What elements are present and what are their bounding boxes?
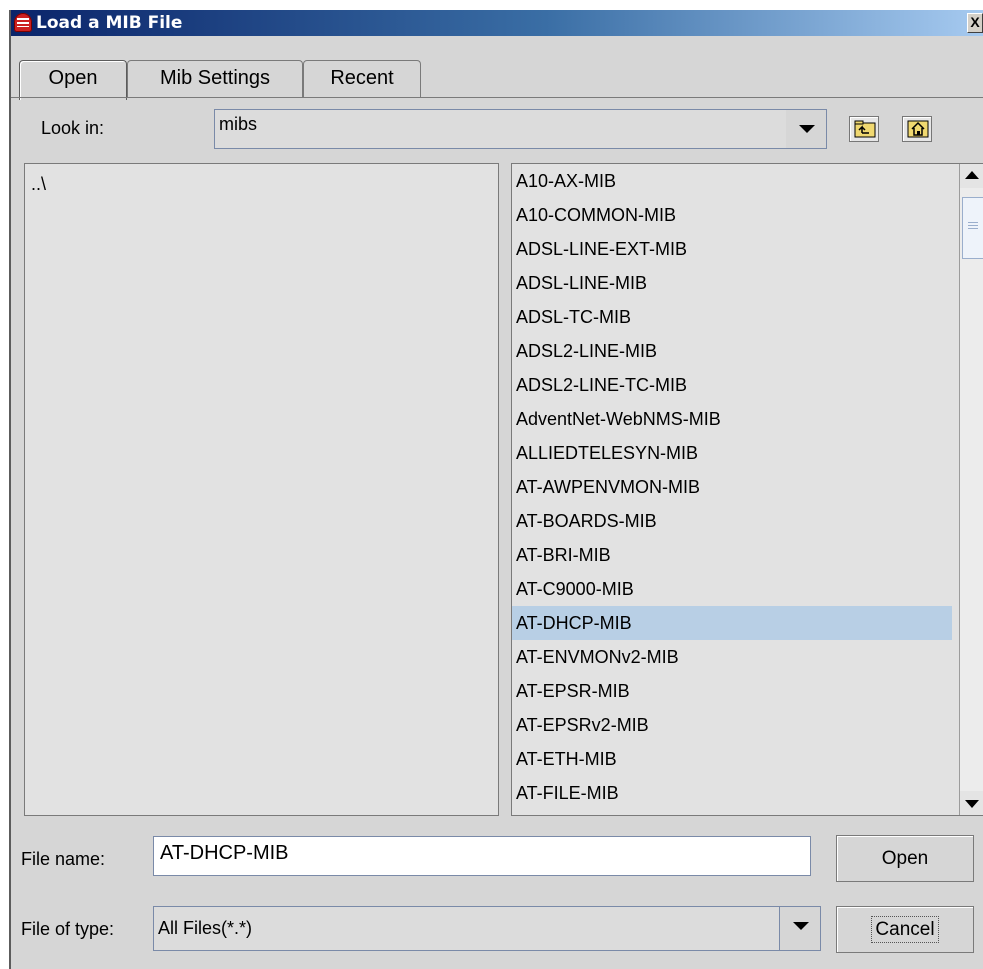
file-type-value: All Files(*.*) [158,918,253,938]
look-in-value: mibs [219,114,258,134]
list-item-selected[interactable]: AT-DHCP-MIB [512,606,952,640]
file-list-pane[interactable]: A10-AX-MIB A10-COMMON-MIB ADSL-LINE-EXT-MI… [511,163,983,816]
scroll-up-icon[interactable] [960,164,983,188]
list-item[interactable]: ADSL2-LINE-MIB [512,334,952,368]
list-item[interactable]: AT-EPSR-MIB [512,674,952,708]
list-item[interactable]: AT-EPSRv2-MIB [512,708,952,742]
list-item[interactable]: AT-ETH-MIB [512,742,952,776]
chevron-down-icon[interactable] [786,110,826,148]
up-folder-button[interactable] [849,116,879,142]
look-in-label: Look in: [41,118,105,138]
list-item[interactable]: ADSL-TC-MIB [512,300,952,334]
list-item[interactable]: AT-BRI-MIB [512,538,952,572]
window-title: Load a MIB File [36,13,183,33]
file-type-label: File of type: [21,919,115,939]
parent-directory-entry[interactable]: ..\ [31,174,46,195]
file-type-combo[interactable]: All Files(*.*) [153,906,821,951]
close-button[interactable]: X [967,13,983,33]
file-name-label: File name: [21,849,106,869]
vertical-scrollbar[interactable] [959,164,983,815]
list-item[interactable]: AT-ENVMONv2-MIB [512,640,952,674]
cancel-button[interactable]: Cancel [836,906,974,953]
list-item[interactable]: AdventNet-WebNMS-MIB [512,402,952,436]
home-button[interactable] [902,116,932,142]
list-item[interactable]: AT-C9000-MIB [512,572,952,606]
list-item[interactable]: A10-COMMON-MIB [512,198,952,232]
title-bar[interactable]: Load a MIB File X [11,10,983,36]
close-icon: X [970,14,980,30]
scroll-thumb[interactable] [962,197,983,259]
tab-mib-settings[interactable]: Mib Settings [127,60,303,98]
list-item[interactable]: ADSL2-LINE-TC-MIB [512,368,952,402]
list-item[interactable]: A10-AX-MIB [512,164,952,198]
look-in-combo[interactable]: mibs [214,109,827,149]
tab-recent[interactable]: Recent [303,60,421,98]
list-item[interactable]: ADSL-LINE-EXT-MIB [512,232,952,266]
list-item[interactable]: AT-AWPENVMON-MIB [512,470,952,504]
directory-pane[interactable]: ..\ [24,163,499,816]
app-logo-icon [14,13,32,32]
load-mib-dialog: Load a MIB File X Open Mib Settings Rece… [9,10,983,969]
cancel-button-label: Cancel [871,916,939,943]
list-item[interactable]: AT-FILE-MIB [512,776,952,810]
tab-open[interactable]: Open [19,60,127,100]
open-button[interactable]: Open [836,835,974,882]
list-item[interactable]: ALLIEDTELESYN-MIB [512,436,952,470]
chevron-down-icon[interactable] [779,907,820,950]
tab-divider [11,97,983,98]
scroll-down-icon[interactable] [960,791,983,815]
list-item[interactable]: ADSL-LINE-MIB [512,266,952,300]
file-name-input[interactable]: AT-DHCP-MIB [153,836,811,876]
folder-up-icon [854,120,876,138]
home-icon [907,120,929,138]
list-item[interactable]: AT-BOARDS-MIB [512,504,952,538]
